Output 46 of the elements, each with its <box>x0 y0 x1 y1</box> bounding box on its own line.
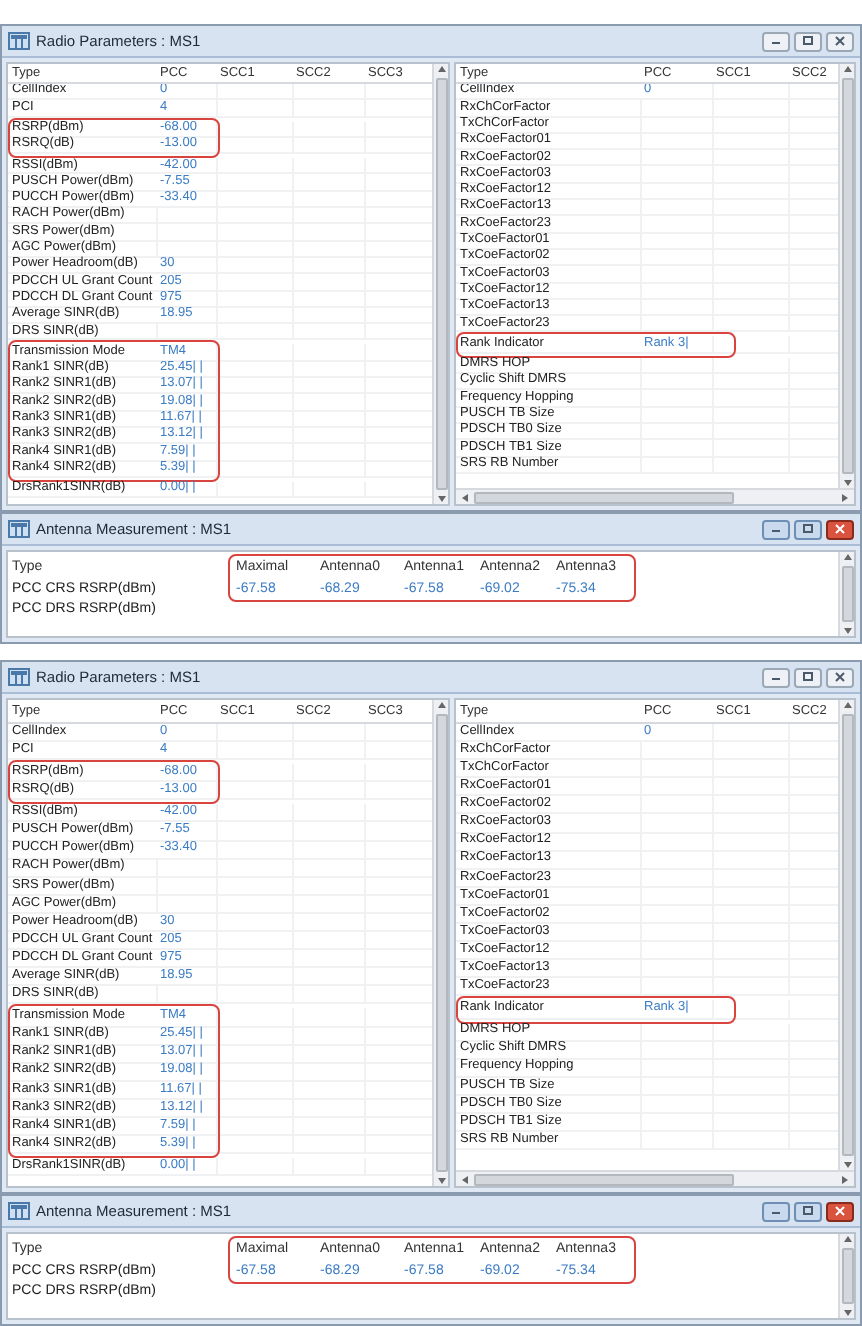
window-icon <box>8 1202 30 1220</box>
close-icon <box>832 670 848 684</box>
scroll-left-icon[interactable] <box>460 491 470 503</box>
minimize-button[interactable] <box>762 1201 790 1221</box>
window-icon <box>8 520 30 538</box>
scroll-up-icon[interactable] <box>435 64 447 74</box>
scrollbar-thumb[interactable] <box>841 1248 853 1304</box>
scrollbar-thumb[interactable] <box>474 1173 734 1185</box>
minimize-button[interactable] <box>762 31 790 51</box>
window-icon <box>8 32 30 50</box>
maximize-button[interactable] <box>794 667 822 687</box>
maximize-icon <box>800 670 816 684</box>
maximize-button[interactable] <box>794 31 822 51</box>
scroll-up-icon[interactable] <box>435 700 447 710</box>
scrollbar-thumb[interactable] <box>435 714 447 1172</box>
scroll-down-icon[interactable] <box>435 1176 447 1186</box>
scroll-down-icon[interactable] <box>841 1308 853 1318</box>
close-icon <box>832 1204 848 1218</box>
maximize-button[interactable] <box>794 519 822 539</box>
scroll-right-icon[interactable] <box>840 1173 850 1185</box>
scroll-left-icon[interactable] <box>460 1173 470 1185</box>
close-button[interactable] <box>826 31 854 51</box>
close-button[interactable] <box>826 1201 854 1221</box>
scroll-up-icon[interactable] <box>841 552 853 562</box>
maximize-icon <box>800 34 816 48</box>
maximize-icon <box>800 1204 816 1218</box>
scroll-up-icon[interactable] <box>841 64 853 74</box>
maximize-button[interactable] <box>794 1201 822 1221</box>
scroll-down-icon[interactable] <box>841 626 853 636</box>
close-icon <box>832 522 848 536</box>
scroll-down-icon[interactable] <box>435 494 447 504</box>
scrollbar-thumb[interactable] <box>474 491 734 503</box>
window-icon <box>8 668 30 686</box>
minimize-button[interactable] <box>762 519 790 539</box>
close-button[interactable] <box>826 519 854 539</box>
scrollbar-thumb[interactable] <box>841 566 853 622</box>
close-icon <box>832 34 848 48</box>
minimize-button[interactable] <box>762 667 790 687</box>
maximize-icon <box>800 522 816 536</box>
scroll-up-icon[interactable] <box>841 700 853 710</box>
scroll-right-icon[interactable] <box>840 491 850 503</box>
scrollbar-thumb[interactable] <box>435 78 447 490</box>
close-button[interactable] <box>826 667 854 687</box>
scrollbar-thumb[interactable] <box>841 78 853 474</box>
scroll-up-icon[interactable] <box>841 1234 853 1244</box>
scrollbar-thumb[interactable] <box>841 714 853 1156</box>
